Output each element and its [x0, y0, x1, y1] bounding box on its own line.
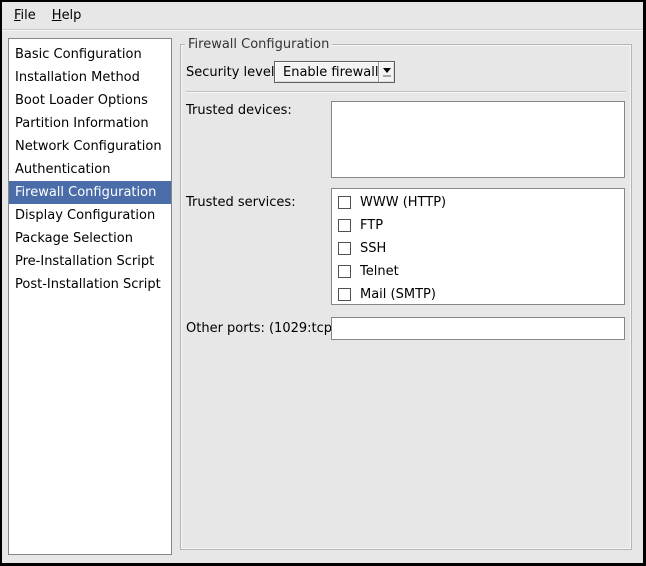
dropdown-button[interactable]	[378, 62, 394, 82]
firewall-configuration-frame: Firewall Configuration Security level: E…	[180, 44, 632, 550]
checkbox-icon[interactable]	[338, 196, 351, 209]
sidebar-item-label: Network Configuration	[15, 139, 162, 154]
trusted-services-label: Trusted services:	[186, 195, 296, 210]
sidebar-item[interactable]: Post-Installation Script	[9, 273, 171, 296]
sidebar-item[interactable]: Boot Loader Options	[9, 89, 171, 112]
menu-bar: File Help	[2, 2, 643, 30]
other-ports-input[interactable]	[331, 317, 625, 340]
service-row[interactable]: FTP	[332, 214, 624, 237]
sidebar-item[interactable]: Firewall Configuration	[9, 181, 171, 204]
menu-item-label: Help	[52, 8, 82, 23]
service-row[interactable]: Mail (SMTP)	[332, 283, 624, 305]
sidebar-item-label: Firewall Configuration	[15, 185, 156, 200]
trusted-services-list[interactable]: WWW (HTTP) FTP SSH Telnet	[331, 188, 625, 305]
service-label: FTP	[360, 218, 383, 233]
security-level-value: Enable firewall	[275, 65, 378, 80]
menu-item[interactable]: Help	[44, 2, 90, 29]
security-level-select[interactable]: Enable firewall	[274, 61, 395, 83]
window-body: File Help Basic Configuration Installati…	[2, 2, 643, 563]
checkbox-icon[interactable]	[338, 288, 351, 301]
sidebar-item[interactable]: Partition Information	[9, 112, 171, 135]
service-label: SSH	[360, 241, 386, 256]
menu-item-label: File	[14, 8, 36, 23]
service-label: WWW (HTTP)	[360, 195, 446, 210]
section-list[interactable]: Basic Configuration Installation Method …	[8, 38, 172, 555]
sidebar-item-label: Basic Configuration	[15, 47, 142, 62]
app-window: File Help Basic Configuration Installati…	[0, 0, 646, 566]
service-label: Telnet	[360, 264, 399, 279]
sidebar-item[interactable]: Installation Method	[9, 66, 171, 89]
trusted-devices-label: Trusted devices:	[186, 103, 292, 118]
service-row[interactable]: WWW (HTTP)	[332, 191, 624, 214]
checkbox-icon[interactable]	[338, 219, 351, 232]
security-level-label: Security level:	[186, 62, 279, 84]
checkbox-icon[interactable]	[338, 265, 351, 278]
trusted-devices-list[interactable]	[331, 101, 625, 178]
sidebar-item[interactable]: Package Selection	[9, 227, 171, 250]
sidebar-item-label: Display Configuration	[15, 208, 155, 223]
service-row[interactable]: Telnet	[332, 260, 624, 283]
service-row[interactable]: SSH	[332, 237, 624, 260]
sidebar-item-label: Post-Installation Script	[15, 277, 161, 292]
sidebar-item-label: Boot Loader Options	[15, 93, 148, 108]
other-ports-label: Other ports: (1029:tcp)	[186, 321, 337, 336]
sidebar-item-label: Partition Information	[15, 116, 149, 131]
sidebar-item[interactable]: Pre-Installation Script	[9, 250, 171, 273]
sidebar-item[interactable]: Network Configuration	[9, 135, 171, 158]
frame-title: Firewall Configuration	[185, 37, 332, 52]
separator	[186, 91, 626, 93]
sidebar-item[interactable]: Basic Configuration	[9, 43, 171, 66]
chevron-down-icon	[383, 68, 391, 73]
sidebar-item[interactable]: Authentication	[9, 158, 171, 181]
sidebar-item-label: Package Selection	[15, 231, 133, 246]
sidebar-item-label: Installation Method	[15, 70, 140, 85]
sidebar-item-label: Authentication	[15, 162, 110, 177]
checkbox-icon[interactable]	[338, 242, 351, 255]
sidebar-item-label: Pre-Installation Script	[15, 254, 154, 269]
menu-item[interactable]: File	[6, 2, 44, 29]
dropdown-indicator-line	[383, 75, 391, 77]
service-label: Mail (SMTP)	[360, 287, 436, 302]
sidebar-item[interactable]: Display Configuration	[9, 204, 171, 227]
